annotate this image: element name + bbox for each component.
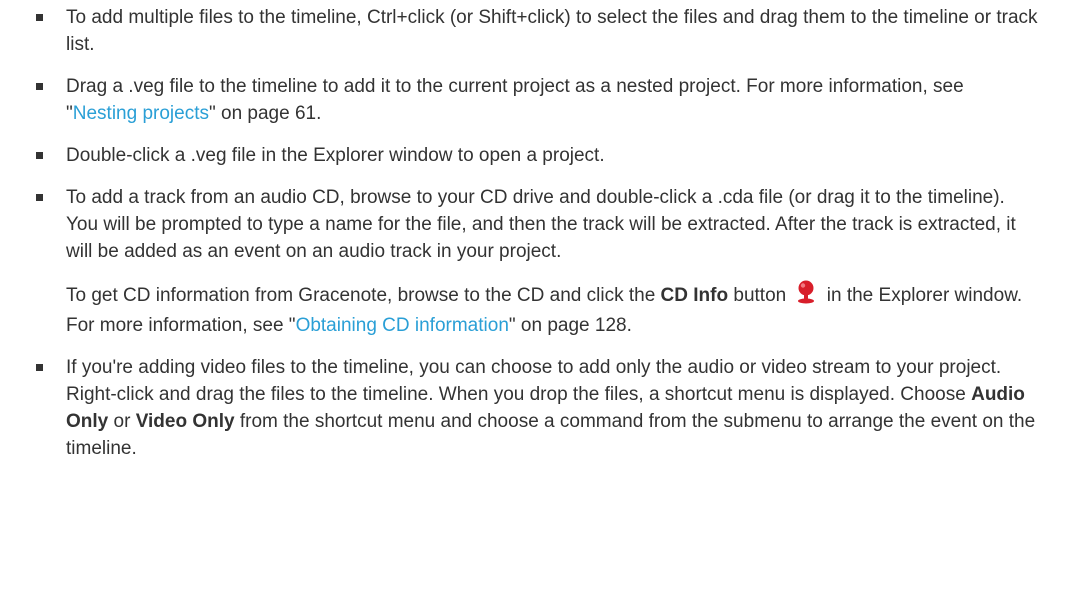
square-bullet-icon	[36, 152, 43, 159]
item-text: Double-click a .veg file in the Explorer…	[66, 145, 605, 166]
item-text-pre: If you're adding video files to the time…	[66, 357, 1002, 405]
nesting-projects-link[interactable]: Nesting projects	[73, 103, 209, 124]
document-page: To add multiple files to the timeline, C…	[0, 0, 1069, 613]
square-bullet-icon	[36, 194, 43, 201]
bullet-list: To add multiple files to the timeline, C…	[30, 4, 1039, 462]
video-only-label: Video Only	[135, 411, 235, 432]
list-item: Drag a .veg file to the timeline to add …	[30, 73, 1039, 127]
item-text: To add multiple files to the timeline, C…	[66, 7, 1038, 55]
sub-text-post: " on page 128.	[508, 315, 632, 336]
item-subparagraph: To get CD information from Gracenote, br…	[66, 280, 1039, 339]
list-item: To add multiple files to the timeline, C…	[30, 4, 1039, 58]
item-text-mid: or	[108, 411, 136, 432]
list-item: To add a track from an audio CD, browse …	[30, 184, 1039, 339]
sub-text-pre: To get CD information from Gracenote, br…	[66, 285, 661, 306]
list-item: If you're adding video files to the time…	[30, 354, 1039, 462]
item-text: If you're adding video files to the time…	[66, 354, 1039, 462]
list-item: Double-click a .veg file in the Explorer…	[30, 142, 1039, 169]
cd-info-icon	[795, 280, 817, 312]
item-text: Drag a .veg file to the timeline to add …	[66, 73, 1039, 127]
square-bullet-icon	[36, 14, 43, 21]
obtaining-cd-information-link[interactable]: Obtaining CD information	[296, 315, 509, 336]
cd-info-label: CD Info	[660, 285, 729, 306]
sub-text-mid: button	[728, 285, 792, 306]
square-bullet-icon	[36, 83, 43, 90]
square-bullet-icon	[36, 364, 43, 371]
item-text-post: " on page 61.	[208, 103, 322, 124]
item-text: To add a track from an audio CD, browse …	[66, 187, 1016, 262]
